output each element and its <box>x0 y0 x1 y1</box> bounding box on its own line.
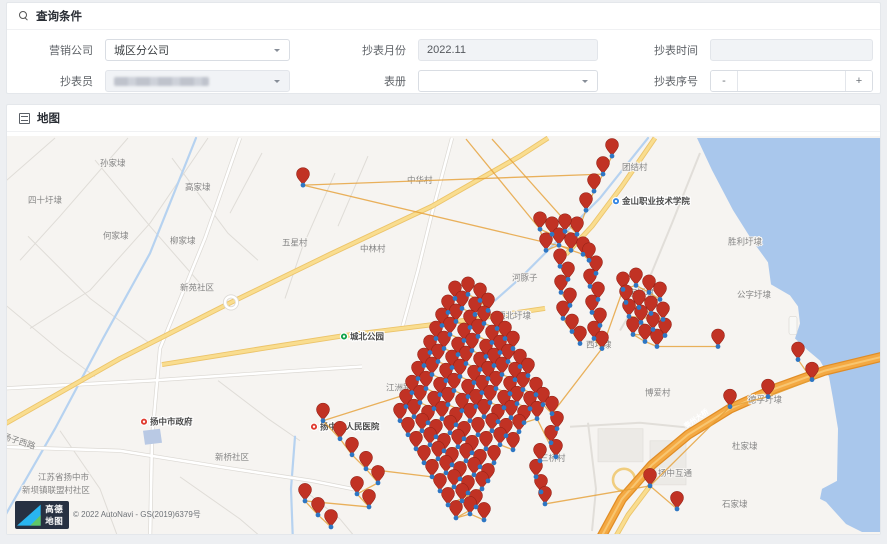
map-copyright: © 2022 AutoNavi - GS(2019)6379号 <box>73 509 201 520</box>
map-place-label: 河豚子 <box>512 272 538 282</box>
query-panel-title: 查询条件 <box>36 8 82 24</box>
map-panel-header: 地图 <box>7 105 880 132</box>
amap-logo-badge[interactable]: 高德地图 <box>15 501 69 529</box>
map-place-label: 博爱村 <box>645 388 671 398</box>
map-pin[interactable] <box>299 483 312 501</box>
map-pin[interactable] <box>539 486 552 504</box>
map-pin[interactable] <box>588 174 601 192</box>
map-pin[interactable] <box>671 491 684 509</box>
map-attribution: 高德地图 © 2022 AutoNavi - GS(2019)6379号 <box>15 501 201 529</box>
map-place-label: 德孚圩埭 <box>748 395 782 405</box>
map-place-label: 江苏省扬中市 <box>38 472 89 482</box>
map-pin[interactable] <box>597 157 610 175</box>
map-pin[interactable] <box>571 217 584 235</box>
map-place-label: 石家埭 <box>722 499 748 509</box>
serial-label: 抄表序号 <box>606 73 702 89</box>
poi-label: 扬中市政府 <box>150 417 193 427</box>
map-pin[interactable] <box>312 497 325 515</box>
query-panel-header: 查询条件 <box>7 3 880 30</box>
map-svg[interactable]: 泰州大桥孙家埭四十圩埭何家埭高家埭柳家埭新苑社区中华村五星村中林村河豚子顶北圩埭… <box>7 136 880 534</box>
map-pin[interactable] <box>792 342 805 360</box>
map-place-label: 杜家埭 <box>732 441 758 451</box>
map-pin[interactable] <box>574 326 587 344</box>
map-pin[interactable] <box>507 432 520 450</box>
serial-stepper: - + <box>710 70 873 92</box>
map-place-label: 胜利圩埭 <box>728 236 762 246</box>
map-pin[interactable] <box>360 451 373 469</box>
company-select[interactable]: 城区分公司 <box>105 39 290 61</box>
serial-increment-button[interactable]: + <box>845 71 872 91</box>
map-pin[interactable] <box>627 317 640 335</box>
map-place-label: 高家埭 <box>185 182 211 192</box>
month-label: 抄表月份 <box>298 42 410 58</box>
book-label: 表册 <box>298 73 410 89</box>
amap-logo-icon <box>17 502 43 528</box>
query-panel: 查询条件 营销公司 城区分公司 抄表月份 2022.11 抄表时间 抄表员 表册 <box>6 2 881 94</box>
map-place-label: 团结村 <box>622 162 648 172</box>
map-place-label: 新苑社区 <box>180 282 214 292</box>
map-place-label: 五星村 <box>282 237 308 247</box>
company-value: 城区分公司 <box>114 42 169 58</box>
map-pin[interactable] <box>606 139 619 157</box>
month-value: 2022.11 <box>427 44 466 56</box>
map-pin[interactable] <box>334 421 347 439</box>
river <box>291 437 295 534</box>
amap-logo-text: 高德地图 <box>45 503 65 527</box>
reader-label: 抄表员 <box>15 73 97 89</box>
map-pin[interactable] <box>317 403 330 421</box>
reader-select[interactable] <box>105 70 290 92</box>
poi-label: 城北公园 <box>350 332 384 342</box>
query-form: 营销公司 城区分公司 抄表月份 2022.11 抄表时间 抄表员 表册 抄表序号 <box>7 30 880 92</box>
map-pin[interactable] <box>534 212 547 230</box>
map-place-label: 公字圩埭 <box>737 289 771 299</box>
app-page: 查询条件 营销公司 城区分公司 抄表月份 2022.11 抄表时间 抄表员 表册 <box>0 0 887 544</box>
month-input[interactable]: 2022.11 <box>418 39 598 61</box>
map-place-label: 何家埭 <box>103 230 129 240</box>
company-label: 营销公司 <box>15 42 97 58</box>
map-panel: 地图 泰州大桥孙家埭四十圩埭何家埭高家埭柳家埭新苑社区中华村五星村中林村河豚子顶… <box>6 104 881 535</box>
map-place-label: 新坝镇联盟村社区 <box>22 485 90 495</box>
map-pin[interactable] <box>325 509 338 527</box>
map-pin[interactable] <box>363 489 376 507</box>
map-section-icon <box>19 113 30 124</box>
map-place-label: 柳家埭 <box>170 235 196 245</box>
poi-label: 金山职业技术学院 <box>621 196 690 206</box>
time-input[interactable] <box>710 39 873 61</box>
map-place-label: 新桥社区 <box>215 452 249 462</box>
book-select[interactable] <box>418 70 598 92</box>
map-pin[interactable] <box>630 268 643 286</box>
map-pin[interactable] <box>488 445 501 463</box>
map-place-label: 孙家埭 <box>100 158 126 168</box>
map-panel-title: 地图 <box>37 110 60 126</box>
serial-decrement-button[interactable]: - <box>711 71 738 91</box>
reader-redacted-value <box>114 77 209 86</box>
time-label: 抄表时间 <box>606 42 702 58</box>
map-canvas[interactable]: 泰州大桥孙家埭四十圩埭何家埭高家埭柳家埭新苑社区中华村五星村中林村河豚子顶北圩埭… <box>7 136 880 534</box>
map-pin[interactable] <box>712 329 725 347</box>
serial-input[interactable] <box>738 71 845 91</box>
map-pin[interactable] <box>372 465 385 483</box>
map-place-label: 中林村 <box>360 243 386 253</box>
map-pin[interactable] <box>297 168 310 186</box>
search-icon <box>19 11 29 21</box>
map-place-label: 四十圩埭 <box>28 195 62 205</box>
map-pin[interactable] <box>346 437 359 455</box>
